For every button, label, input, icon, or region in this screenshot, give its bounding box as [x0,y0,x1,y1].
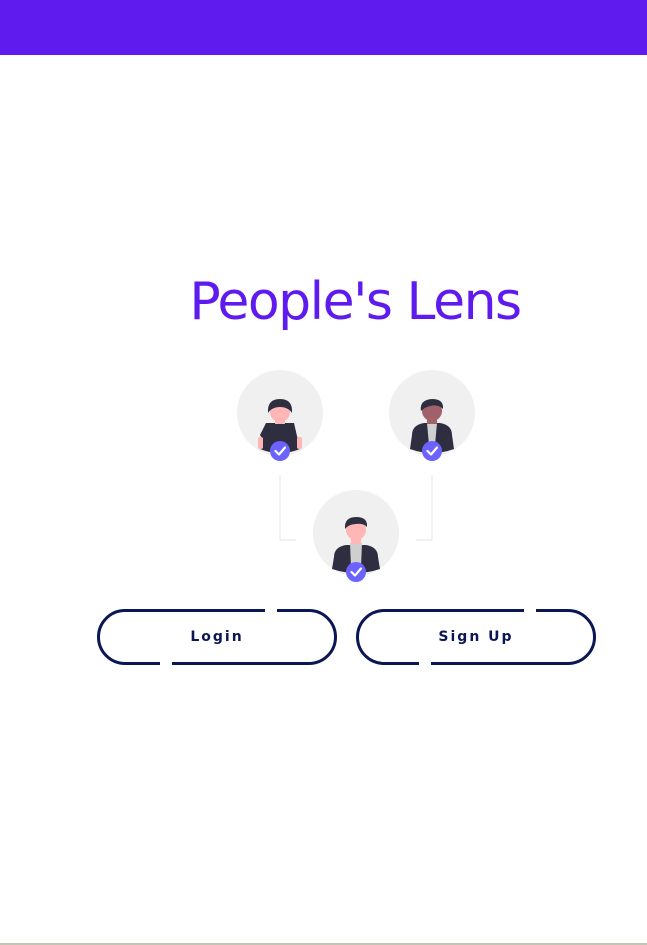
login-button[interactable]: Login [97,608,337,666]
login-button-label: Login [190,629,244,645]
people-network-illustration [237,370,475,582]
check-badge-icon [270,441,290,461]
check-badge-icon [422,441,442,461]
app-title: People's Lens [189,272,522,332]
top-bar [0,0,647,55]
signup-button[interactable]: Sign Up [356,608,596,666]
signup-button-label: Sign Up [438,629,514,645]
check-badge-icon [346,562,366,582]
